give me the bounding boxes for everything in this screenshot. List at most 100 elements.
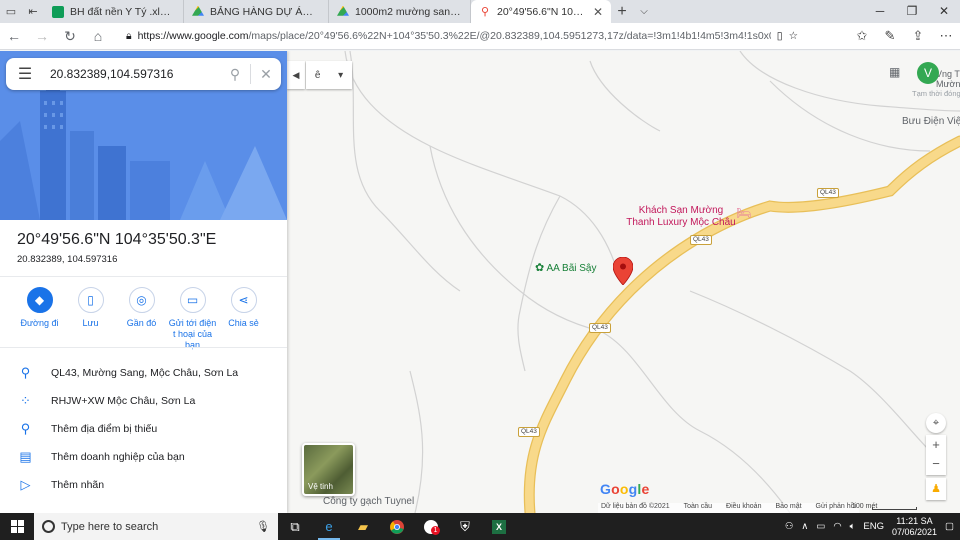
plus-code-row[interactable]: ⁘ RHJW+XW Mộc Châu, Sơn La — [0, 393, 287, 409]
show-hidden-icons[interactable]: ∧ — [801, 521, 808, 532]
global-link[interactable]: Toàn cầu — [684, 503, 712, 513]
edge-icon[interactable]: e — [312, 513, 346, 540]
location-icon: ⚲ — [20, 365, 31, 380]
windows-logo-icon — [10, 520, 24, 533]
search-icon[interactable]: ⚲ — [220, 66, 250, 83]
tab-actions-icon[interactable]: ▭ — [0, 0, 22, 23]
lock-icon: 🔒︎ — [126, 29, 132, 42]
start-button[interactable] — [0, 520, 34, 533]
tab-drive-2[interactable]: 1000m2 mường sang. 13.4.2 — [329, 0, 471, 23]
privacy-link[interactable]: Bảo mật — [775, 503, 801, 513]
apps-grid-icon[interactable]: ▦ — [889, 65, 900, 79]
close-icon[interactable]: ✕ — [928, 0, 960, 23]
clock-time: 11:21 SA — [896, 515, 933, 526]
address-bar[interactable]: 🔒︎ https://www.google.com/maps/place/20°… — [120, 26, 804, 47]
road-shield: QL43 — [518, 427, 540, 437]
divider — [0, 347, 287, 348]
taskbar-search[interactable]: Type here to search 🎙︎ — [34, 513, 278, 540]
road-shield: QL43 — [690, 235, 712, 245]
hotel-icon[interactable]: 🛏︎ — [736, 206, 751, 220]
language-indicator[interactable]: ENG — [863, 521, 884, 532]
close-tab-icon[interactable]: ✕ — [593, 5, 603, 19]
tab-strip: ▭ ⇤ BH đất nền Y Tý .xlsx - Goog BẢNG HÀ… — [0, 0, 960, 23]
network-icon[interactable]: ▭ — [816, 521, 825, 532]
clear-search-icon[interactable]: ✕ — [251, 66, 281, 83]
poi-marker[interactable]: ✿ AA Bãi Sậy — [535, 261, 596, 274]
directions-button[interactable]: ◆ Đường đi — [14, 287, 65, 351]
clock-date: 07/06/2021 — [891, 526, 938, 537]
place-label-partial[interactable]: Vng Th — [936, 69, 960, 79]
terms-link[interactable]: Điều khoản — [726, 503, 761, 513]
tab-drive-1[interactable]: BẢNG HÀNG DỰ ÁN MỘC C — [184, 0, 329, 23]
tab-title: BH đất nền Y Tý .xlsx - Goog — [70, 5, 175, 18]
satellite-label: Vệ tinh — [308, 482, 333, 491]
file-explorer-icon[interactable]: ▰ — [346, 513, 380, 540]
microphone-icon[interactable]: 🎙︎ — [256, 520, 270, 533]
more-icon[interactable]: ⋯ — [932, 28, 960, 44]
pen-icon[interactable]: ✎ — [876, 28, 904, 44]
add-label-row[interactable]: ▷ Thêm nhãn — [0, 477, 287, 493]
location-pin-icon[interactable] — [613, 257, 633, 285]
zoom-out-button[interactable]: − — [926, 455, 946, 473]
zoom-in-button[interactable]: + — [926, 435, 946, 455]
chevron-down-icon[interactable]: ⌵ — [633, 0, 655, 23]
refresh-icon[interactable]: ↻ — [56, 28, 84, 45]
save-button[interactable]: ▯ Lưu — [65, 287, 116, 351]
new-tab-button[interactable]: + — [611, 0, 633, 23]
share-browser-icon[interactable]: ⇪ — [904, 28, 932, 44]
notifications-icon[interactable]: ▢ — [945, 521, 954, 532]
map-data-credit: Dữ liệu bản đồ ©2021 — [601, 503, 670, 510]
excel-icon[interactable]: X — [482, 513, 516, 540]
storefront-icon: ▤ — [19, 449, 32, 464]
add-missing-place-text: Thêm địa điểm bị thiếu — [51, 423, 158, 435]
hotel-label[interactable]: Khách Sạn Mường Thanh Luxury Mộc Châu — [625, 205, 737, 229]
search-placeholder: Type here to search — [61, 520, 159, 533]
label-icon: ▷ — [20, 477, 31, 492]
avatar[interactable]: V — [917, 62, 939, 84]
notification-badge: 1 — [431, 526, 440, 535]
restore-icon[interactable]: ❐ — [896, 0, 928, 23]
clock[interactable]: 11:21 SA 07/06/2021 — [892, 516, 937, 538]
home-icon[interactable]: ⌂ — [84, 28, 112, 44]
feedback-link[interactable]: Gửi phản hồi — [816, 503, 857, 513]
tab-back-icon[interactable]: ⇤ — [22, 0, 44, 23]
wifi-icon[interactable]: ◠ — [833, 521, 841, 532]
minimize-icon[interactable]: ─ — [864, 0, 896, 23]
map-canvas[interactable]: Khách Sạn Mường Thanh Luxury Mộc Châu 🛏︎… — [0, 51, 960, 513]
satellite-toggle[interactable]: Vệ tinh — [302, 443, 355, 496]
road-shield: QL43 — [589, 323, 611, 333]
share-button[interactable]: ⋖ Chia sẻ — [218, 287, 269, 351]
send-to-phone-icon: ▭ — [179, 287, 206, 313]
reading-view-icon[interactable]: ▯ — [777, 30, 783, 42]
google-logo: Google — [600, 481, 650, 497]
favorites-icon[interactable]: ✩ — [848, 28, 876, 44]
add-business-row[interactable]: ▤ Thêm doanh nghiệp của bạn — [0, 449, 287, 465]
tab-maps[interactable]: ⚲ 20°49'56.6"N 104°35'50 ✕ — [471, 0, 611, 23]
company-label[interactable]: Công ty gạch Tuynel — [323, 496, 414, 507]
favorite-star-icon[interactable]: ☆ — [789, 30, 798, 42]
send-to-phone-button[interactable]: ▭ Gửi tới điện t hoại của bạn — [167, 287, 218, 351]
layer-selector[interactable]: ê ▾ — [306, 61, 352, 89]
people-icon[interactable]: ⚇ — [785, 521, 794, 532]
back-icon[interactable]: ← — [0, 28, 28, 44]
address-row[interactable]: ⚲ QL43, Mường Sang, Mộc Châu, Sơn La — [0, 365, 287, 381]
my-location-icon[interactable]: ⌖ — [926, 413, 946, 433]
add-missing-place-row[interactable]: ⚲ Thêm địa điểm bị thiếu — [0, 421, 287, 437]
post-office-label[interactable]: Bưu Điện Việt — [902, 116, 960, 127]
volume-icon[interactable]: 🔈︎ — [850, 521, 856, 532]
security-shield-icon[interactable]: ⛨ — [448, 513, 482, 540]
street-view-pegman-icon[interactable]: ♟ — [926, 478, 946, 500]
search-input[interactable]: 20.832389,104.597316 — [44, 67, 220, 81]
chrome-icon[interactable] — [380, 513, 414, 540]
place-label-partial-2[interactable]: Mường S — [936, 79, 960, 89]
notifier-app-icon[interactable]: 1 — [414, 513, 448, 540]
collapse-panel-button[interactable]: ◀ — [287, 61, 305, 89]
forward-icon[interactable]: → — [28, 28, 56, 44]
nearby-button[interactable]: ◎ Gần đó — [116, 287, 167, 351]
park-icon: ✿ — [535, 262, 545, 274]
windows-taskbar: Type here to search 🎙︎ ⧉ e ▰ 1 ⛨ X ⚇ ∧ ▭… — [0, 513, 960, 540]
task-view-icon[interactable]: ⧉ — [278, 513, 312, 540]
action-label: Lưu — [82, 318, 99, 328]
hamburger-menu-icon[interactable]: ☰ — [6, 64, 44, 84]
tab-sheets[interactable]: BH đất nền Y Tý .xlsx - Goog — [44, 0, 184, 23]
